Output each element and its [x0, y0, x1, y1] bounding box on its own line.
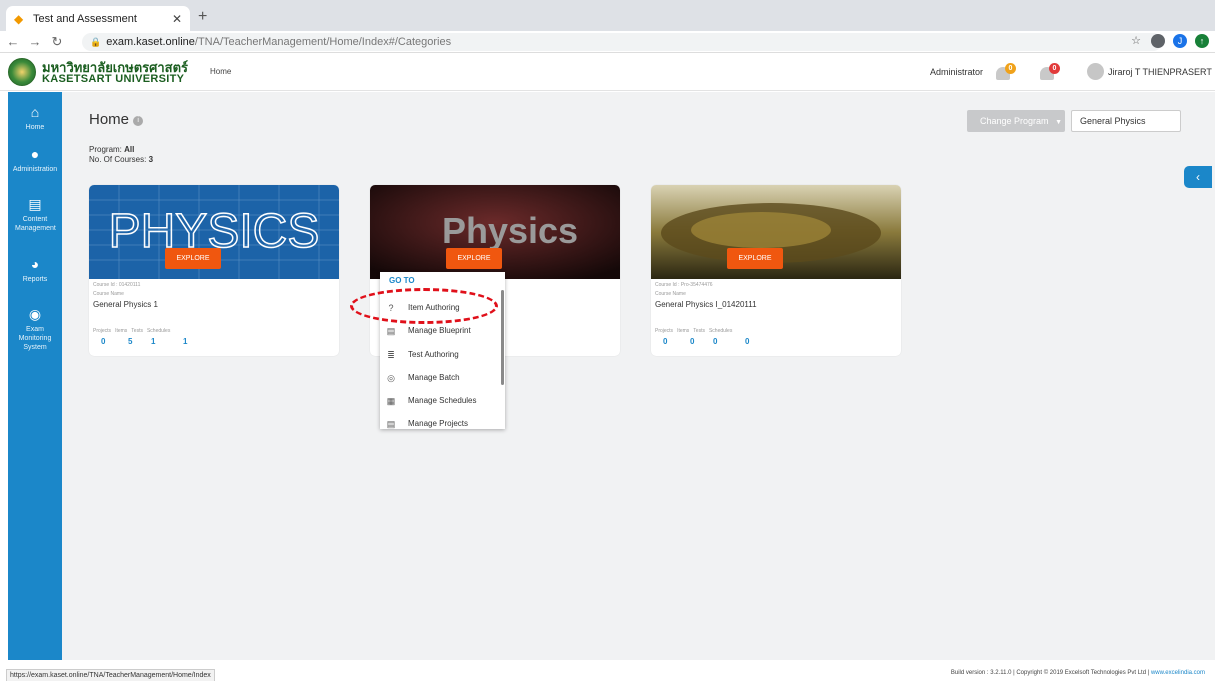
clipboard-icon: ▤	[386, 325, 396, 336]
list-icon: ≣	[387, 349, 395, 360]
course-id: Course Id : 01420111	[93, 282, 141, 288]
menu-item-manage-schedules[interactable]: ▦ Manage Schedules	[380, 389, 501, 412]
explore-button[interactable]: EXPLORE	[446, 248, 502, 269]
menu-item-manage-blueprint[interactable]: ▤ Manage Blueprint	[380, 319, 501, 342]
goto-menu: GO TO ? Item Authoring ▤ Manage Blueprint …	[380, 272, 505, 429]
alert-badge: 0	[1005, 63, 1016, 74]
star-icon[interactable]: ☆	[1129, 34, 1143, 48]
sidebar-item-content-management[interactable]: ▤ Content Management	[8, 196, 62, 233]
university-logo	[8, 58, 36, 86]
course-card: EXPLORE Course Id : Pro-35474476 Course …	[651, 185, 901, 356]
menu-scrollbar[interactable]	[501, 290, 504, 385]
sidebar-item-administration[interactable]: ● Administration	[8, 146, 62, 174]
question-icon: ?	[388, 302, 394, 313]
course-name: General Physics 1	[93, 300, 158, 309]
projects-count[interactable]: 0	[101, 337, 105, 346]
collapse-panel-button[interactable]: ‹	[1184, 166, 1212, 188]
goto-menu-title: GO TO	[389, 276, 415, 285]
items-count[interactable]: 5	[128, 337, 132, 346]
logo-english-text: KASETSART UNIVERSITY	[42, 73, 185, 85]
extension-icon[interactable]	[1151, 34, 1165, 48]
user-avatar[interactable]	[1087, 63, 1104, 80]
url-path: /TNA/TeacherManagement/Home/Index#/Categ…	[194, 36, 452, 48]
main-content: Home i Program: All No. Of Courses: 3 Ch…	[62, 92, 1215, 660]
course-name-label: Course Name	[655, 291, 686, 297]
items-count[interactable]: 0	[690, 337, 694, 346]
explore-button[interactable]: EXPLORE	[165, 248, 221, 269]
banner-text: Physics	[442, 210, 578, 251]
forward-button[interactable]: →	[26, 34, 44, 49]
status-url: https://exam.kaset.online/TNA/TeacherMan…	[6, 669, 215, 681]
sidebar-item-exam-monitoring[interactable]: ◉ Exam Monitoring System	[8, 306, 62, 352]
role-label[interactable]: Administrator	[930, 67, 983, 77]
stat-labels: Projects Items Tests Schedules	[655, 328, 733, 334]
browser-toolbar: ← → ↻ 🔒 exam.kaset.online/TNA/TeacherMan…	[0, 31, 1215, 53]
notification-badge: 0	[1049, 63, 1060, 74]
footer: Build version : 3.2.11.0 | Copyright © 2…	[950, 670, 1205, 676]
pie-chart-icon: ◕	[30, 256, 40, 272]
projects-count[interactable]: 0	[663, 337, 667, 346]
back-button[interactable]: ←	[4, 34, 22, 49]
address-bar[interactable]: 🔒 exam.kaset.online/TNA/TeacherManagemen…	[82, 33, 1162, 51]
tests-count[interactable]: 1	[151, 337, 155, 346]
tab-title: Test and Assessment	[33, 12, 137, 25]
alert-icon[interactable]: 0	[996, 63, 1016, 80]
schedules-count[interactable]: 0	[745, 337, 749, 346]
profile-avatar[interactable]: J	[1173, 34, 1187, 48]
browser-tab[interactable]: ◆ Test and Assessment ✕	[6, 6, 190, 31]
schedules-count[interactable]: 1	[183, 337, 187, 346]
batch-icon: ◎	[387, 372, 395, 383]
menu-item-test-authoring[interactable]: ≣ Test Authoring	[380, 343, 501, 366]
stat-labels: Projects Items Tests Schedules	[93, 328, 171, 334]
page-title-text: Home	[89, 111, 130, 128]
caret-down-icon: ▼	[1055, 119, 1062, 126]
menu-item-manage-batch[interactable]: ◎ Manage Batch	[380, 366, 501, 389]
page-title: Home i	[89, 111, 144, 128]
program-search-input[interactable]: General Physics	[1071, 110, 1181, 132]
change-program-button[interactable]: Change Program ▼	[967, 110, 1065, 132]
course-name: General Physics I_01420111	[655, 300, 757, 309]
tests-count[interactable]: 0	[713, 337, 717, 346]
update-icon[interactable]: ↑	[1195, 34, 1209, 48]
menu-item-manage-projects[interactable]: ▤ Manage Projects	[380, 412, 501, 429]
menu-item-item-authoring[interactable]: ? Item Authoring	[380, 296, 501, 319]
program-summary: Program: All No. Of Courses: 3	[89, 145, 154, 164]
calendar-icon: ▦	[386, 395, 396, 406]
projects-icon: ▤	[386, 418, 396, 429]
new-tab-button[interactable]: +	[198, 8, 207, 26]
dashboard-icon: ◉	[28, 306, 42, 322]
document-icon: ▤	[28, 196, 42, 212]
lock-icon: 🔒	[90, 36, 102, 47]
user-icon: ●	[30, 146, 40, 162]
info-icon[interactable]: i	[133, 116, 144, 126]
sidebar-item-home[interactable]: ⌂ Home	[8, 104, 62, 132]
course-id: Course Id : Pro-35474476	[655, 282, 713, 288]
course-card: PHYSICS EXPLORE Course Id : 01420111 Cou…	[89, 185, 339, 356]
home-icon: ⌂	[30, 104, 40, 120]
notification-bell-icon[interactable]: 0	[1040, 63, 1060, 80]
user-name[interactable]: Jiraroj T THIENPRASERT	[1108, 67, 1212, 77]
close-tab-icon[interactable]: ✕	[172, 12, 182, 26]
course-name-label: Course Name	[93, 291, 124, 297]
sidebar: ⌂ Home ● Administration ▤ Content Manage…	[8, 92, 62, 660]
footer-link[interactable]: www.excelindia.com	[1151, 670, 1205, 676]
reload-button[interactable]: ↻	[48, 34, 66, 50]
header-home-link[interactable]: Home	[210, 67, 231, 76]
app-header: มหาวิทยาลัยเกษตรศาสตร์ KASETSART UNIVERS…	[0, 54, 1215, 91]
browser-tabstrip: ◆ Test and Assessment ✕ +	[0, 0, 1215, 31]
explore-button[interactable]: EXPLORE	[727, 248, 783, 269]
tab-favicon-icon: ◆	[14, 11, 24, 26]
sidebar-item-reports[interactable]: ◕ Reports	[8, 256, 62, 284]
url-host: exam.kaset.online	[106, 36, 195, 48]
